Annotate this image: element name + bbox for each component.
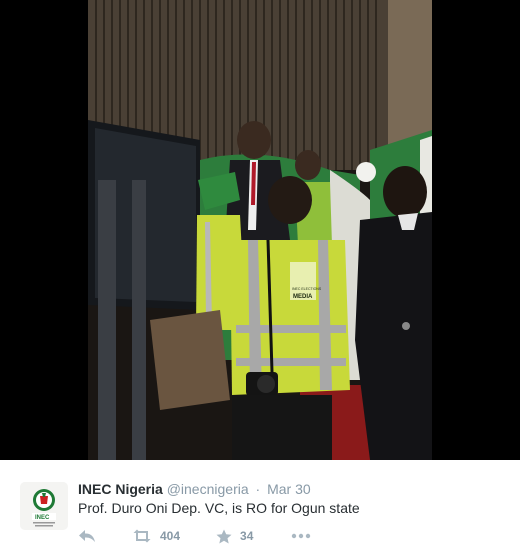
star-icon [216,529,232,543]
more-button[interactable] [291,533,311,539]
profile-avatar[interactable]: INEC [20,482,68,530]
event-photo-illustration: MEDIA INEC ELECTIONS [0,0,520,460]
inec-logo-icon: INEC [20,482,68,530]
vest-media-label: MEDIA [293,294,313,300]
avatar-logo-text: INEC [35,515,50,521]
tweet-actions: 404 34 [78,526,311,546]
retweet-count: 404 [160,529,181,543]
tweet-header: INEC Nigeria @inecnigeria · Mar 30 [78,480,311,498]
tweet-photo[interactable]: MEDIA INEC ELECTIONS [0,0,520,460]
more-dots-icon [292,533,311,539]
like-count: 34 [240,529,254,543]
author-name[interactable]: INEC Nigeria [78,481,163,497]
retweet-icon [133,529,151,543]
reply-icon [79,530,95,542]
tweet-text: Prof. Duro Oni Dep. VC, is RO for Ogun s… [78,500,360,516]
author-handle[interactable]: @inecnigeria [167,481,249,497]
header-separator: · [255,481,261,497]
tweet-timestamp[interactable]: Mar 30 [267,481,311,497]
vest-media-sublabel: INEC ELECTIONS [292,287,322,291]
retweet-button[interactable]: 404 [132,529,180,543]
reply-button[interactable] [78,529,98,543]
favorite-button[interactable]: 34 [216,529,253,544]
tweet-card: INEC INEC Nigeria @inecnigeria · Mar 30 … [0,460,520,558]
